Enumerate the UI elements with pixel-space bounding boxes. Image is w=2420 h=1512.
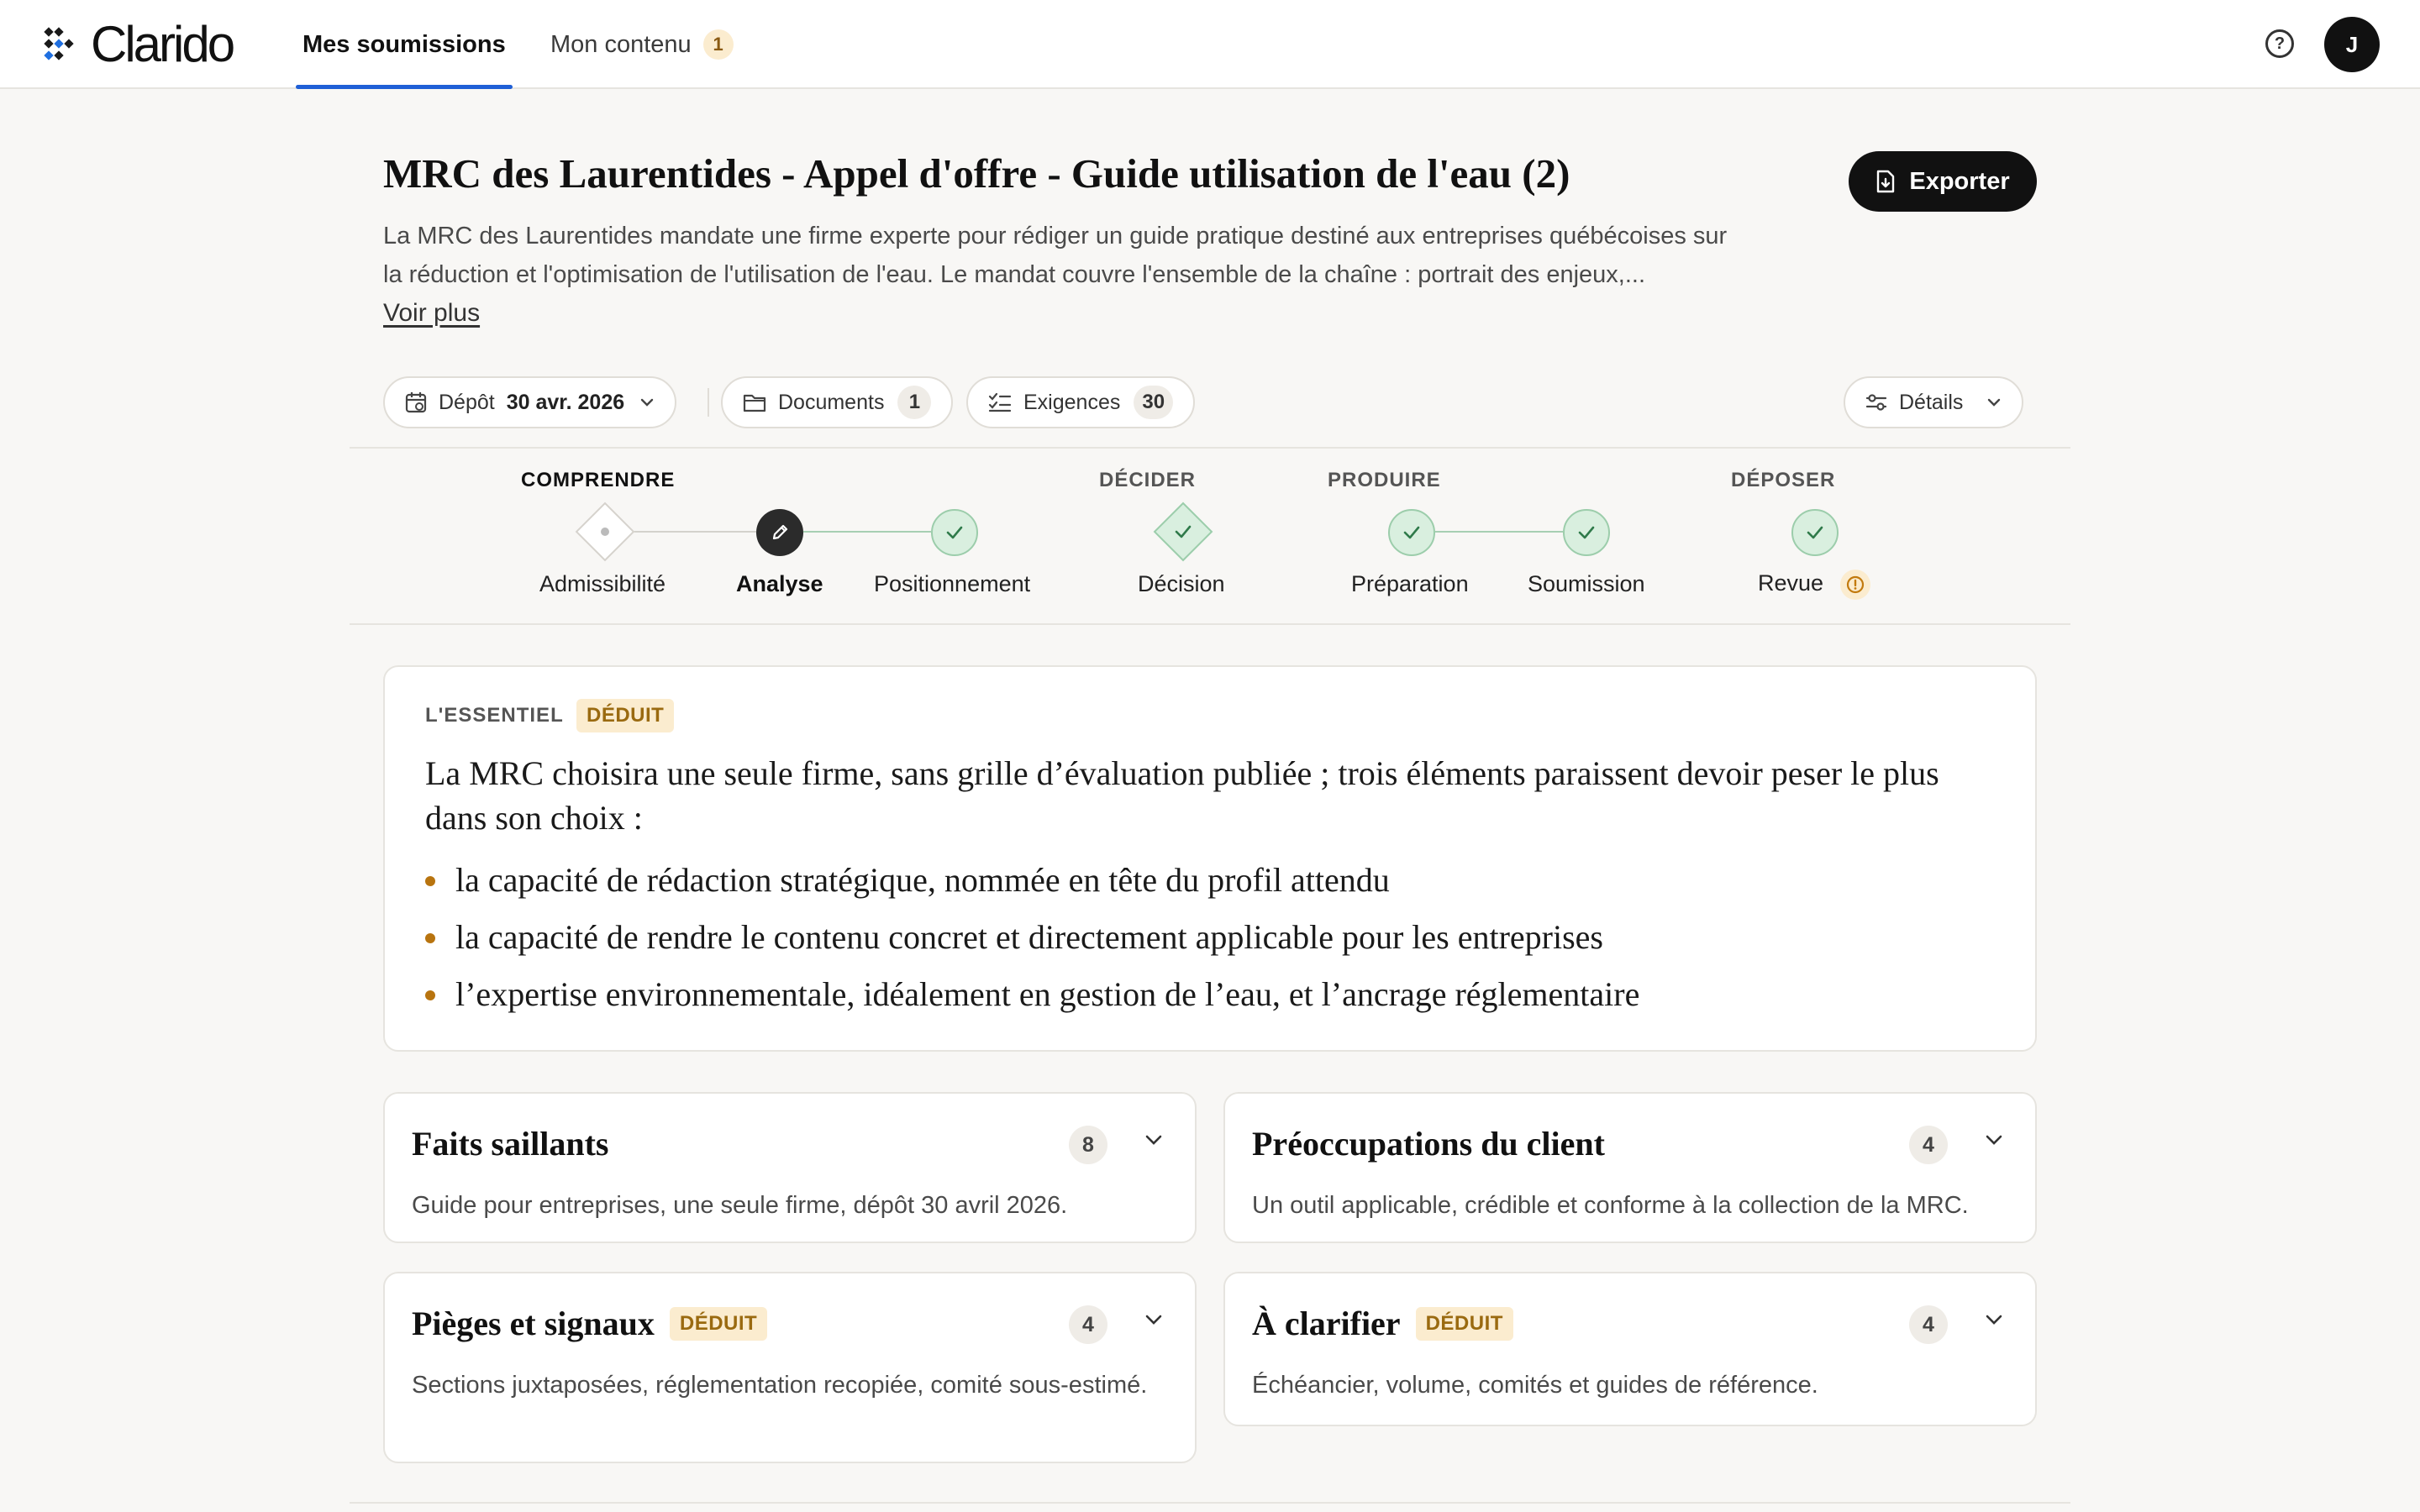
page-title: MRC des Laurentides - Appel d'offre - Gu… [383, 150, 1570, 197]
tab-mes-soumissions[interactable]: Mes soumissions [296, 0, 513, 89]
documents-count: 1 [897, 386, 932, 419]
tab-label: Mon contenu [550, 30, 692, 58]
pencil-icon [772, 524, 788, 540]
file-export-icon [1877, 170, 1895, 193]
section-description: Échéancier, volume, comités et guides de… [1252, 1372, 1818, 1399]
essentiel-card: L'ESSENTIEL DÉDUIT La MRC choisira une s… [383, 665, 2037, 1052]
section-title-text: À clarifier [1252, 1305, 1401, 1342]
next-section-edge [350, 1502, 2070, 1512]
step-connector [803, 531, 931, 533]
step-preparation-label: Préparation [1351, 571, 1469, 596]
sliders-icon [1865, 392, 1887, 412]
step-revue-label: Revue [1758, 570, 1824, 596]
question-circle-icon[interactable]: ? [2265, 29, 2294, 58]
section-title: Préoccupations du client [1252, 1124, 1605, 1163]
tab-mon-contenu[interactable]: Mon contenu 1 [550, 0, 734, 89]
documents-pill[interactable]: Documents 1 [721, 376, 954, 428]
requirements-pill[interactable]: Exigences 30 [966, 376, 1196, 428]
section-title: Faits saillants [412, 1124, 608, 1163]
folder-icon [743, 392, 766, 412]
section-a-clarifier[interactable]: À clarifier DÉDUIT 4 Échéancier, volume,… [1223, 1272, 2037, 1426]
chevron-down-icon[interactable] [1985, 1134, 2003, 1146]
step-revue-node[interactable] [1791, 509, 1839, 556]
check-icon [1175, 525, 1192, 538]
step-connector [629, 531, 756, 533]
logo-text: Clarido [91, 16, 235, 72]
list-item: la capacité de rédaction stratégique, no… [425, 852, 1639, 909]
tab-count-badge: 1 [702, 29, 734, 60]
phase-comprendre: COMPRENDRE [521, 469, 676, 491]
step-soumission-label: Soumission [1528, 571, 1645, 596]
deposit-date-pill[interactable]: Dépôt 30 avr. 2026 [383, 376, 677, 428]
phase-produire: PRODUIRE [1328, 469, 1441, 491]
section-preoccupations-client[interactable]: Préoccupations du client 4 Un outil appl… [1223, 1092, 2037, 1243]
app-logo[interactable]: Clarido [42, 16, 235, 72]
active-tab-indicator [296, 85, 513, 89]
export-button[interactable]: Exporter [1849, 151, 2037, 212]
details-label: Détails [1899, 390, 1964, 414]
deduced-badge: DÉDUIT [669, 1306, 768, 1341]
warning-icon[interactable] [1839, 570, 1870, 600]
essentiel-list: la capacité de rédaction stratégique, no… [425, 852, 1639, 1023]
project-description: La MRC des Laurentides mandate une firme… [383, 223, 1728, 288]
section-description: Un outil applicable, crédible et conform… [1252, 1192, 1969, 1219]
chevron-down-icon[interactable] [1985, 1314, 2003, 1326]
check-icon [946, 526, 963, 539]
requirements-count: 30 [1134, 386, 1174, 419]
avatar[interactable]: J [2324, 17, 2380, 72]
section-title-text: Pièges et signaux [412, 1305, 655, 1342]
check-icon [1807, 526, 1823, 539]
essentiel-lead: La MRC choisira une seule firme, sans gr… [425, 754, 1939, 837]
calendar-icon [405, 391, 427, 413]
chevron-down-icon [1986, 397, 2002, 407]
section-count-badge: 8 [1069, 1126, 1107, 1164]
chevron-down-icon[interactable] [1144, 1134, 1163, 1146]
section-count-badge: 4 [1069, 1305, 1107, 1344]
check-icon [1403, 526, 1420, 539]
deduced-badge: DÉDUIT [1415, 1306, 1513, 1341]
step-revue-label-group: Revue [1758, 570, 1870, 600]
check-icon [1578, 526, 1595, 539]
requirements-label: Exigences [1023, 390, 1121, 414]
section-faits-saillants[interactable]: Faits saillants 8 Guide pour entreprises… [383, 1092, 1197, 1243]
tab-label: Mes soumissions [302, 30, 506, 58]
section-count-badge: 4 [1909, 1305, 1948, 1344]
section-title-text: Préoccupations du client [1252, 1125, 1605, 1163]
step-positionnement-node[interactable] [931, 509, 978, 556]
chevron-down-icon [639, 397, 655, 407]
step-analyse-node[interactable] [756, 509, 803, 556]
documents-label: Documents [778, 390, 885, 414]
list-item: l’expertise environnementale, idéalement… [425, 966, 1639, 1023]
deposit-label: Dépôt [439, 390, 495, 414]
step-decision-label: Décision [1138, 571, 1225, 596]
step-connector [1435, 531, 1563, 533]
pill-divider [708, 388, 709, 417]
checklist-icon [988, 392, 1012, 412]
logo-mark-icon [44, 27, 74, 60]
step-analyse-label: Analyse [736, 571, 823, 596]
list-item: la capacité de rendre le contenu concret… [425, 909, 1639, 966]
section-count-badge: 4 [1909, 1126, 1948, 1164]
top-bar: Clarido Mes soumissions Mon contenu 1 ? … [0, 0, 2420, 89]
section-title-text: Faits saillants [412, 1125, 609, 1163]
step-preparation-node[interactable] [1388, 509, 1435, 556]
deposit-date: 30 avr. 2026 [506, 390, 625, 414]
see-more-link[interactable]: Voir plus [383, 299, 480, 328]
section-title: Pièges et signaux DÉDUIT [412, 1304, 768, 1343]
section-description: Sections juxtaposées, réglementation rec… [412, 1372, 1148, 1399]
phase-deposer: DÉPOSER [1731, 469, 1836, 491]
section-description: Guide pour entreprises, une seule firme,… [412, 1192, 1068, 1219]
essentiel-eyebrow: L'ESSENTIEL [425, 704, 564, 727]
phase-decider: DÉCIDER [1099, 469, 1197, 491]
section-pieges-signaux[interactable]: Pièges et signaux DÉDUIT 4 Sections juxt… [383, 1272, 1197, 1463]
chevron-down-icon[interactable] [1144, 1314, 1163, 1326]
step-admissibilite-label: Admissibilité [539, 571, 666, 596]
export-label: Exporter [1909, 167, 2010, 195]
section-title: À clarifier DÉDUIT [1252, 1304, 1513, 1343]
details-dropdown[interactable]: Détails [1844, 376, 2024, 428]
step-positionnement-label: Positionnement [874, 571, 1031, 596]
deduced-badge: DÉDUIT [576, 699, 675, 732]
step-soumission-node[interactable] [1563, 509, 1610, 556]
